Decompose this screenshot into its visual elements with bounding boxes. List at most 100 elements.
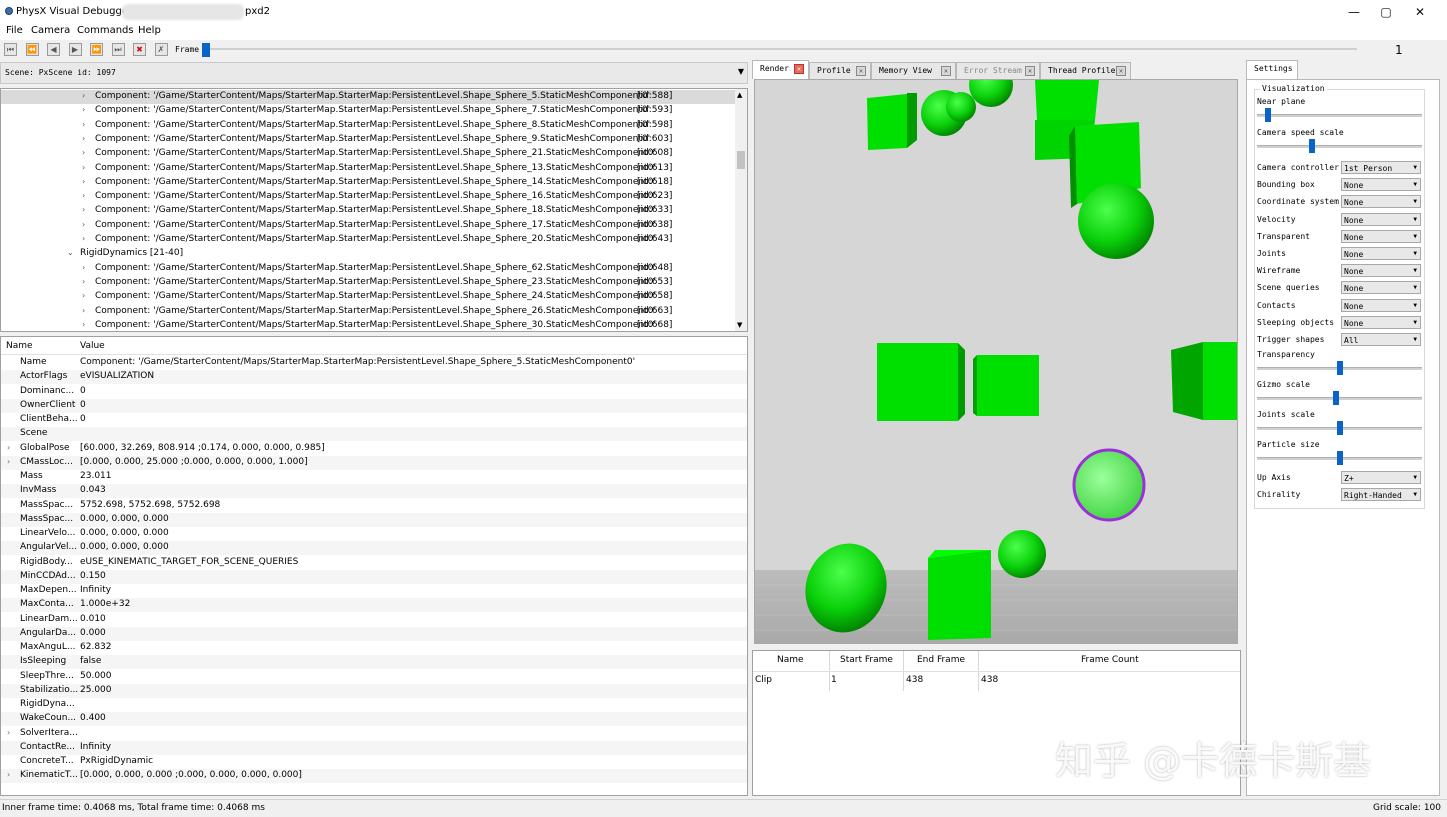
- tree-scrollbar[interactable]: ▲ ▼: [735, 89, 747, 331]
- property-row[interactable]: Mass 23.011: [1, 470, 747, 484]
- tab-memory-view[interactable]: Memory View ✕: [871, 62, 956, 79]
- close-icon[interactable]: ✕: [941, 66, 951, 76]
- property-row[interactable]: LinearDam... 0.010: [1, 613, 747, 627]
- expand-chevron-icon[interactable]: ›: [82, 163, 85, 172]
- tree-row[interactable]: › Component: '/Game/StarterContent/Maps/S…: [1, 104, 736, 118]
- frame-slider-handle[interactable]: [202, 43, 210, 57]
- setting-combo[interactable]: None ▼: [1341, 315, 1421, 329]
- tab-settings[interactable]: Settings: [1246, 60, 1298, 79]
- property-row[interactable]: ContactRe... Infinity: [1, 740, 747, 755]
- expand-chevron-icon[interactable]: ›: [82, 91, 85, 100]
- prev-frame-icon[interactable]: ◀: [47, 43, 60, 56]
- play-icon[interactable]: ▶: [68, 43, 82, 56]
- property-row[interactable]: MaxConta... 1.000e+32: [1, 598, 747, 613]
- property-row[interactable]: ActorFlags eVISUALIZATION: [1, 370, 747, 385]
- expand-chevron-icon[interactable]: ›: [82, 263, 85, 272]
- setting-combo[interactable]: None ▼: [1341, 229, 1421, 243]
- tree-row[interactable]: › Component: '/Game/StarterContent/Maps/S…: [1, 319, 736, 331]
- next-frame-icon[interactable]: ⏩: [90, 43, 103, 56]
- tree-row[interactable]: › Component: '/Game/StarterContent/Maps/S…: [1, 305, 736, 319]
- tree-row[interactable]: › Component: '/Game/StarterContent/Maps/S…: [1, 204, 736, 218]
- expand-chevron-icon[interactable]: ›: [7, 770, 10, 779]
- expand-chevron-icon[interactable]: ›: [82, 120, 85, 129]
- setting-slider-handle[interactable]: [1336, 361, 1343, 375]
- property-row[interactable]: › CMassLoc... [0.000, 0.000, 25.000 ;0.000…: [1, 455, 747, 470]
- property-row[interactable]: Scene: [1, 427, 747, 442]
- frame-slider[interactable]: [204, 48, 1357, 50]
- expand-chevron-icon[interactable]: ›: [82, 220, 85, 229]
- tree-row[interactable]: › Component: '/Game/StarterContent/Maps/S…: [1, 233, 736, 247]
- setting-combo[interactable]: 1st Person ▼: [1341, 161, 1421, 174]
- setting-slider[interactable]: [1257, 114, 1422, 117]
- disconnect-icon[interactable]: ✗: [154, 43, 168, 56]
- property-row[interactable]: MassSpac... 5752.698, 5752.698, 5752.698: [1, 499, 747, 513]
- expand-chevron-icon[interactable]: ›: [82, 277, 85, 286]
- expand-chevron-icon[interactable]: ›: [82, 134, 85, 143]
- minimize-button[interactable]: —: [1339, 3, 1369, 21]
- property-row[interactable]: RigidDyna...: [1, 698, 747, 712]
- maximize-button[interactable]: ▢: [1371, 3, 1401, 21]
- setting-combo[interactable]: Z+ ▼: [1341, 471, 1421, 484]
- property-row[interactable]: IsSleeping false: [1, 655, 747, 670]
- expand-chevron-icon[interactable]: ›: [82, 105, 85, 114]
- expand-chevron-icon[interactable]: ›: [82, 191, 85, 200]
- tab-render[interactable]: Render ✕: [752, 60, 809, 79]
- setting-slider-handle[interactable]: [1309, 139, 1316, 153]
- tree-row[interactable]: › Component: '/Game/StarterContent/Maps/S…: [1, 176, 736, 190]
- menu-file[interactable]: File: [6, 25, 23, 36]
- tree-row[interactable]: › Component: '/Game/StarterContent/Maps/S…: [1, 276, 736, 290]
- clip-name[interactable]: Clip: [755, 675, 772, 685]
- step-back-icon[interactable]: ⏪: [25, 43, 39, 56]
- property-row[interactable]: LinearVelo... 0.000, 0.000, 0.000: [1, 527, 747, 541]
- setting-slider[interactable]: [1257, 145, 1422, 148]
- tree-row[interactable]: › Component: '/Game/StarterContent/Maps/S…: [1, 147, 736, 161]
- stop-icon[interactable]: ✖: [133, 43, 146, 56]
- tab-profile[interactable]: Profile ✕: [809, 62, 871, 79]
- property-row[interactable]: › SolverItera...: [1, 727, 747, 741]
- property-row[interactable]: WakeCoun... 0.400: [1, 712, 747, 727]
- menu-camera[interactable]: Camera: [31, 25, 70, 36]
- tree-row[interactable]: › Component: '/Game/StarterContent/Maps/S…: [1, 162, 736, 176]
- tree-row[interactable]: › Component: '/Game/StarterContent/Maps/S…: [1, 262, 736, 276]
- setting-combo[interactable]: None ▼: [1341, 247, 1421, 260]
- expand-chevron-icon[interactable]: ›: [7, 443, 10, 452]
- last-frame-icon[interactable]: ⏭: [111, 43, 125, 56]
- menu-help[interactable]: Help: [138, 25, 161, 36]
- close-icon[interactable]: ✕: [1025, 66, 1035, 76]
- setting-combo[interactable]: None ▼: [1341, 212, 1421, 226]
- setting-slider[interactable]: [1257, 397, 1422, 400]
- property-row[interactable]: › KinematicT... [0.000, 0.000, 0.000 ;0.00…: [1, 769, 747, 784]
- property-row[interactable]: RigidBody... eUSE_KINEMATIC_TARGET_FOR_SC…: [1, 556, 747, 570]
- property-row[interactable]: MaxDepen... Infinity: [1, 584, 747, 598]
- expand-chevron-icon[interactable]: ›: [82, 205, 85, 214]
- expand-chevron-icon[interactable]: ›: [82, 320, 85, 329]
- expand-chevron-icon[interactable]: ›: [82, 306, 85, 315]
- scene-tree[interactable]: › Component: '/Game/StarterContent/Maps/S…: [0, 88, 748, 332]
- close-icon[interactable]: ✕: [856, 66, 866, 76]
- property-row[interactable]: Stabilizatio... 25.000: [1, 683, 747, 698]
- scene-selector[interactable]: Scene: PxScene id: 1097 ▼: [0, 62, 748, 84]
- property-row[interactable]: OwnerClient 0: [1, 398, 747, 413]
- property-row[interactable]: SleepThre... 50.000: [1, 670, 747, 684]
- setting-combo[interactable]: None ▼: [1341, 178, 1421, 192]
- setting-slider-handle[interactable]: [1336, 421, 1343, 435]
- tab-error-stream[interactable]: Error Stream ✕: [956, 62, 1040, 79]
- property-row[interactable]: InvMass 0.043: [1, 484, 747, 499]
- setting-slider-handle[interactable]: [1333, 391, 1340, 405]
- setting-combo[interactable]: None ▼: [1341, 281, 1421, 295]
- property-row[interactable]: Dominanc... 0: [1, 385, 747, 399]
- tree-row[interactable]: › Component: '/Game/StarterContent/Maps/S…: [1, 119, 736, 133]
- setting-combo[interactable]: None ▼: [1341, 264, 1421, 278]
- tree-row[interactable]: › Component: '/Game/StarterContent/Maps/S…: [1, 290, 736, 304]
- tree-row[interactable]: › Component: '/Game/StarterContent/Maps/S…: [1, 133, 736, 147]
- close-button[interactable]: ✕: [1405, 3, 1435, 21]
- property-row[interactable]: MinCCDAd... 0.150: [1, 569, 747, 584]
- scroll-down-icon[interactable]: ▼: [737, 321, 742, 329]
- expand-chevron-icon[interactable]: ›: [7, 457, 10, 466]
- property-row[interactable]: AngularVel... 0.000, 0.000, 0.000: [1, 541, 747, 556]
- setting-combo[interactable]: Right-Handed ▼: [1341, 488, 1421, 501]
- setting-combo[interactable]: None ▼: [1341, 298, 1421, 312]
- scroll-up-icon[interactable]: ▲: [737, 91, 742, 99]
- expand-chevron-icon[interactable]: ›: [7, 728, 10, 737]
- expand-chevron-icon[interactable]: ›: [82, 291, 85, 300]
